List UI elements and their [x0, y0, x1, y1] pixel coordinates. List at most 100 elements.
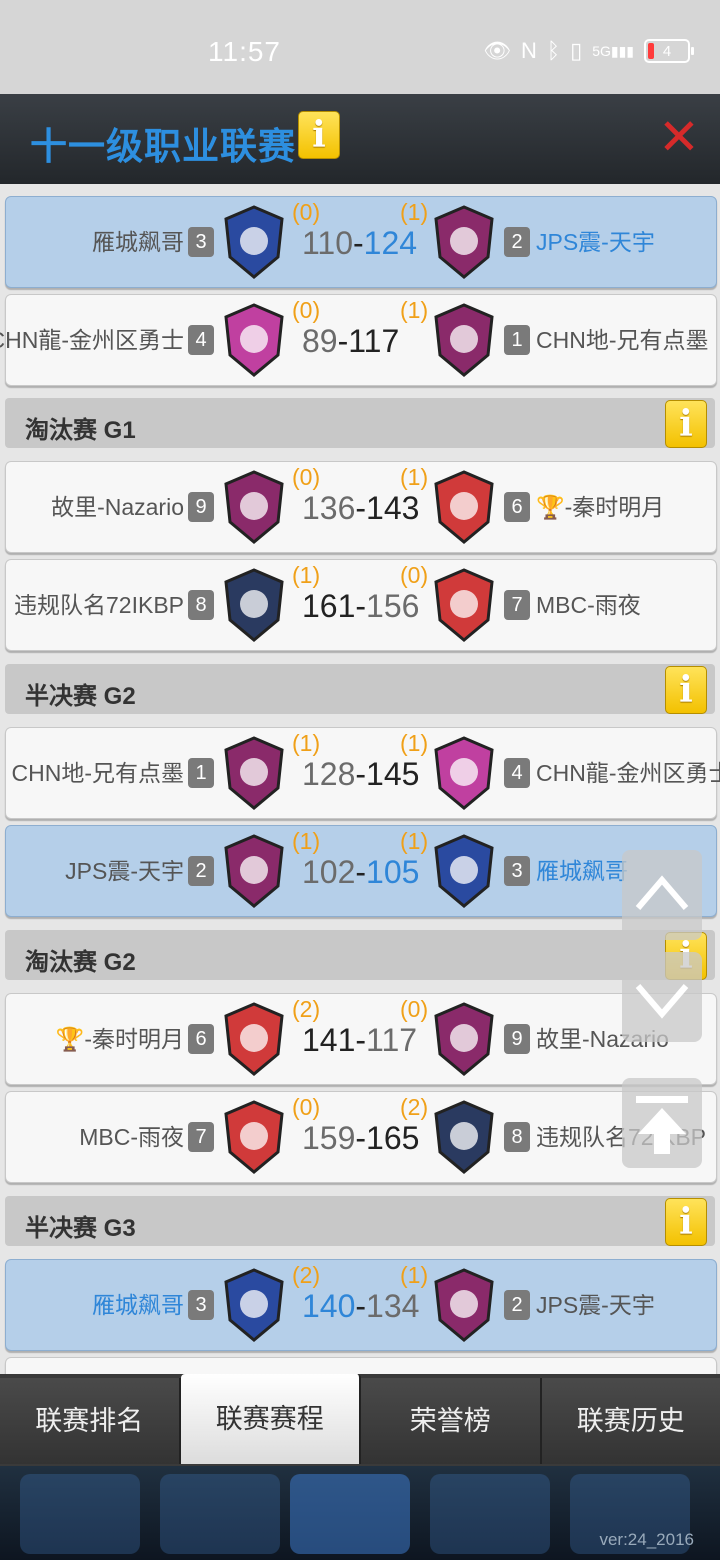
match-row[interactable]: JPS震-天宇 2 (1) 102-105 (1) 3 雁城飙哥 [5, 825, 717, 917]
team-logo-icon [434, 303, 494, 377]
battery-icon: 4 [644, 39, 694, 63]
left-score: 161 [302, 588, 356, 624]
team-logo-icon [434, 736, 494, 810]
header-info-button[interactable]: i [298, 111, 340, 159]
right-series-wins: (1) [400, 1262, 429, 1288]
round-label: 半决赛 G3 [25, 1215, 136, 1242]
page-title: 十一级职业联赛 [30, 126, 296, 167]
tab-league-schedule[interactable]: 联赛赛程 [180, 1374, 361, 1464]
team-logo-icon [224, 1268, 284, 1342]
left-team-name[interactable]: 雁城飙哥 [92, 223, 184, 257]
right-team-name[interactable]: MBC-雨夜 [536, 586, 641, 620]
round-info-button[interactable]: i [665, 1198, 707, 1246]
right-series-wins: (1) [400, 199, 429, 225]
right-team-name[interactable]: CHN龍-金州区勇士 [536, 754, 720, 788]
team-logo-icon [434, 568, 494, 642]
team-logo-icon [434, 1002, 494, 1076]
round-info-button[interactable]: i [665, 666, 707, 714]
right-seed-badge: 7 [504, 590, 530, 620]
match-score: 140-134 [302, 1288, 419, 1325]
left-series-wins: (0) [292, 297, 321, 323]
left-team-name[interactable]: CHN地-兄有点墨 [12, 754, 185, 788]
status-time: 11:57 [208, 36, 281, 67]
right-team-name[interactable]: JPS震-天宇 [536, 1286, 655, 1320]
match-score: 141-117 [302, 1022, 417, 1059]
team-logo-icon [224, 736, 284, 810]
match-score: 128-145 [302, 756, 419, 793]
left-score: 110 [302, 225, 354, 261]
left-seed-badge: 3 [188, 1290, 214, 1320]
left-series-wins: (0) [292, 199, 321, 225]
match-row[interactable]: 雁城飙哥 3 (0) 110-124 (1) 2 JPS震-天宇 [5, 196, 717, 288]
right-series-wins: (0) [400, 996, 429, 1022]
match-score: 161-156 [302, 588, 419, 625]
right-seed-badge: 6 [504, 492, 530, 522]
match-row[interactable]: 违规队名72IKBP 8 (1) 161-156 (0) 7 MBC-雨夜 [5, 559, 717, 651]
left-score: 140 [302, 1288, 356, 1324]
close-button[interactable]: ✕ [658, 112, 700, 162]
right-score: 143 [366, 490, 420, 526]
round-label: 淘汰赛 G2 [25, 949, 136, 976]
match-row[interactable]: 雁城飙哥 3 (2) 140-134 (1) 2 JPS震-天宇 [5, 1259, 717, 1351]
match-row[interactable]: CHN地-兄有点墨 1 (1) 128-145 (1) 4 CHN龍-金州区勇士 [5, 727, 720, 819]
tab-honor-board[interactable]: 荣誉榜 [361, 1378, 542, 1464]
left-seed-badge: 3 [188, 227, 214, 257]
right-team-name[interactable]: CHN地-兄有点墨 [536, 321, 709, 355]
right-team-name[interactable]: JPS震-天宇 [536, 223, 655, 257]
chevron-up-icon [635, 875, 689, 910]
team-logo-icon [224, 568, 284, 642]
bottom-nav-background: ver:24_2016 [0, 1466, 720, 1560]
match-row[interactable]: 🏆-秦时明月 6 (2) 141-117 (0) 9 故里-Nazario [5, 993, 717, 1085]
score-dash: - [337, 323, 349, 359]
team-logo-icon [434, 470, 494, 544]
score-dash: - [355, 588, 367, 624]
round-label: 淘汰赛 G1 [25, 417, 136, 444]
match-row[interactable] [5, 1357, 717, 1374]
right-team-name[interactable]: 雁城飙哥 [536, 852, 628, 886]
match-score: 136-143 [302, 490, 419, 527]
nav-ghost-icon [160, 1474, 280, 1554]
team-logo-icon [224, 470, 284, 544]
team-logo-icon [434, 1268, 494, 1342]
scroll-top-button[interactable] [622, 1078, 702, 1168]
tab-league-ranking[interactable]: 联赛排名 [0, 1378, 181, 1464]
left-team-name[interactable]: CHN龍-金州区勇士 [0, 321, 184, 355]
tab-bar: 联赛排名 联赛赛程 荣誉榜 联赛历史 [0, 1374, 720, 1466]
left-series-wins: (0) [292, 1094, 321, 1120]
left-team-name[interactable]: JPS震-天宇 [65, 852, 184, 886]
scroll-up-button[interactable] [622, 850, 702, 940]
score-dash: - [355, 854, 367, 890]
scroll-down-button[interactable] [622, 952, 702, 1042]
match-score: 102-105 [302, 854, 419, 891]
right-score: 134 [366, 1288, 420, 1324]
round-info-button[interactable]: i [665, 400, 707, 448]
schedule-list[interactable]: 雁城飙哥 3 (0) 110-124 (1) 2 JPS震-天宇 CHN龍-金州区勇士 4 (0)… [0, 184, 720, 1374]
left-team-name[interactable]: 🏆-秦时明月 [56, 1020, 184, 1054]
team-logo-icon [224, 834, 284, 908]
right-seed-badge: 9 [504, 1024, 530, 1054]
left-score: 128 [302, 756, 356, 792]
match-row[interactable]: CHN龍-金州区勇士 4 (0) 89-117 (1) 1 CHN地-兄有点墨 [0, 294, 717, 386]
left-team-name[interactable]: 违规队名72IKBP [14, 586, 184, 620]
right-score: 124 [363, 225, 418, 261]
left-team-name[interactable]: 故里-Nazario [51, 488, 184, 522]
left-team-name[interactable]: 雁城飙哥 [92, 1286, 184, 1320]
left-team-name[interactable]: MBC-雨夜 [79, 1118, 184, 1152]
team-logo-icon [224, 1002, 284, 1076]
left-seed-badge: 7 [188, 1122, 214, 1152]
right-series-wins: (1) [400, 828, 429, 854]
match-row[interactable]: MBC-雨夜 7 (0) 159-165 (2) 8 违规队名72IKBP [5, 1091, 717, 1183]
left-seed-badge: 6 [188, 1024, 214, 1054]
tab-league-history[interactable]: 联赛历史 [541, 1378, 720, 1464]
to-top-icon [636, 1096, 688, 1154]
round-header: 淘汰赛 G1 i [5, 398, 715, 448]
right-series-wins: (1) [400, 464, 429, 490]
header-bar: 十一级职业联赛 ✕ [0, 94, 720, 184]
match-row[interactable]: 故里-Nazario 9 (0) 136-143 (1) 6 🏆-秦时明月 [5, 461, 717, 553]
right-team-name[interactable]: 🏆-秦时明月 [536, 488, 664, 522]
score-dash: - [355, 1288, 367, 1324]
nav-ghost-icon [290, 1474, 410, 1554]
right-score: 145 [366, 756, 420, 792]
right-series-wins: (2) [400, 1094, 429, 1120]
right-seed-badge: 2 [504, 1290, 530, 1320]
